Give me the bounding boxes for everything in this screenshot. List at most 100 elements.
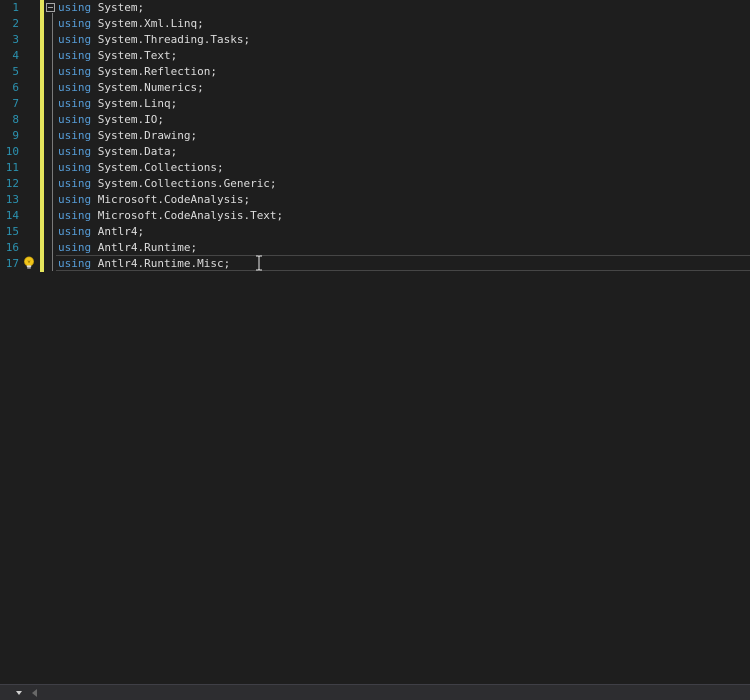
code-line[interactable]: 16 using Antlr4.Runtime;: [0, 240, 750, 256]
line-number: 6: [12, 81, 19, 94]
code-line[interactable]: 3 using System.Threading.Tasks;: [0, 32, 750, 48]
change-indicator: [40, 112, 44, 128]
keyword-using: using: [58, 17, 92, 30]
code-text[interactable]: using Antlr4;: [58, 224, 144, 240]
namespace-text: System.IO;: [91, 113, 164, 126]
change-indicator: [40, 176, 44, 192]
code-text[interactable]: using System.Text;: [58, 48, 177, 64]
code-text[interactable]: using Microsoft.CodeAnalysis;: [58, 192, 250, 208]
code-text[interactable]: using Antlr4.Runtime;: [58, 240, 197, 256]
namespace-text: Microsoft.CodeAnalysis.Text;: [91, 209, 284, 222]
keyword-using: using: [58, 161, 92, 174]
code-text[interactable]: using System.IO;: [58, 112, 164, 128]
code-editor[interactable]: 1 using System; 2 using System.Xml.Linq; 3 us…: [0, 0, 750, 684]
code-line[interactable]: 8 using System.IO;: [0, 112, 750, 128]
line-number: 2: [12, 17, 19, 30]
line-number: 15: [5, 225, 19, 238]
code-line[interactable]: 11 using System.Collections;: [0, 160, 750, 176]
code-line[interactable]: 5 using System.Reflection;: [0, 64, 750, 80]
keyword-using: using: [58, 209, 92, 222]
namespace-text: System.Threading.Tasks;: [91, 33, 251, 46]
code-line[interactable]: 1 using System;: [0, 0, 750, 16]
code-text[interactable]: using System;: [58, 0, 144, 16]
line-number: 8: [12, 113, 19, 126]
change-indicator: [40, 192, 44, 208]
line-number: 14: [5, 209, 19, 222]
namespace-text: System.Text;: [91, 49, 178, 62]
code-line[interactable]: 6 using System.Numerics;: [0, 80, 750, 96]
change-indicator: [40, 96, 44, 112]
change-indicator: [40, 128, 44, 144]
code-text[interactable]: using System.Collections;: [58, 160, 224, 176]
code-line[interactable]: 9 using System.Drawing;: [0, 128, 750, 144]
keyword-using: using: [58, 97, 92, 110]
change-indicator: [40, 160, 44, 176]
editor-status-bar: [0, 684, 750, 700]
namespace-text: System.Xml.Linq;: [91, 17, 204, 30]
arrow-left-icon[interactable]: [32, 689, 37, 697]
keyword-using: using: [58, 65, 92, 78]
keyword-using: using: [58, 145, 92, 158]
chevron-down-icon[interactable]: [16, 691, 22, 695]
line-number: 11: [5, 161, 19, 174]
code-line[interactable]: 2 using System.Xml.Linq;: [0, 16, 750, 32]
code-line[interactable]: 7 using System.Linq;: [0, 96, 750, 112]
code-line[interactable]: 4 using System.Text;: [0, 48, 750, 64]
namespace-text: System.Drawing;: [91, 129, 198, 142]
namespace-text: Microsoft.CodeAnalysis;: [91, 193, 251, 206]
line-number: 12: [5, 177, 19, 190]
code-line[interactable]: 15 using Antlr4;: [0, 224, 750, 240]
namespace-text: System.Linq;: [91, 97, 178, 110]
keyword-using: using: [58, 113, 92, 126]
code-text[interactable]: using System.Threading.Tasks;: [58, 32, 250, 48]
change-indicator: [40, 16, 44, 32]
text-cursor-icon: [256, 255, 262, 271]
change-indicator: [40, 256, 44, 272]
keyword-using: using: [58, 81, 92, 94]
code-line[interactable]: 13 using Microsoft.CodeAnalysis;: [0, 192, 750, 208]
keyword-using: using: [58, 129, 92, 142]
current-line-highlight: [56, 255, 750, 271]
keyword-using: using: [58, 241, 92, 254]
line-number: 5: [12, 65, 19, 78]
namespace-text: System.Collections.Generic;: [91, 177, 277, 190]
code-text[interactable]: using System.Drawing;: [58, 128, 197, 144]
change-indicator: [40, 80, 44, 96]
line-number: 13: [5, 193, 19, 206]
code-text[interactable]: using System.Data;: [58, 144, 177, 160]
code-line[interactable]: 12 using System.Collections.Generic;: [0, 176, 750, 192]
code-text[interactable]: using System.Linq;: [58, 96, 177, 112]
code-line[interactable]: 14 using Microsoft.CodeAnalysis.Text;: [0, 208, 750, 224]
line-number: 1: [12, 1, 19, 14]
collapse-minus-icon[interactable]: [46, 3, 55, 12]
line-number: 7: [12, 97, 19, 110]
code-text[interactable]: using System.Xml.Linq;: [58, 16, 204, 32]
change-indicator: [40, 144, 44, 160]
line-number: 10: [5, 145, 19, 158]
line-number: 16: [5, 241, 19, 254]
code-text[interactable]: using Microsoft.CodeAnalysis.Text;: [58, 208, 283, 224]
code-text[interactable]: using System.Collections.Generic;: [58, 176, 277, 192]
keyword-using: using: [58, 33, 92, 46]
line-number: 9: [12, 129, 19, 142]
code-text[interactable]: using System.Numerics;: [58, 80, 204, 96]
line-number: 3: [12, 33, 19, 46]
namespace-text: Antlr4.Runtime;: [91, 241, 198, 254]
change-indicator: [40, 64, 44, 80]
change-indicator: [40, 240, 44, 256]
lightbulb-icon[interactable]: [22, 256, 36, 270]
keyword-using: using: [58, 49, 92, 62]
namespace-text: Antlr4;: [91, 225, 145, 238]
change-indicator: [40, 48, 44, 64]
keyword-using: using: [58, 193, 92, 206]
keyword-using: using: [58, 225, 92, 238]
code-text[interactable]: using System.Reflection;: [58, 64, 217, 80]
code-line[interactable]: 10 using System.Data;: [0, 144, 750, 160]
change-indicator: [40, 224, 44, 240]
change-indicator: [40, 0, 44, 16]
namespace-text: System.Reflection;: [91, 65, 217, 78]
zoom-dropdown[interactable]: [0, 685, 28, 700]
outlining-guide: [52, 13, 53, 271]
line-number: 17: [5, 257, 19, 270]
namespace-text: System.Numerics;: [91, 81, 204, 94]
